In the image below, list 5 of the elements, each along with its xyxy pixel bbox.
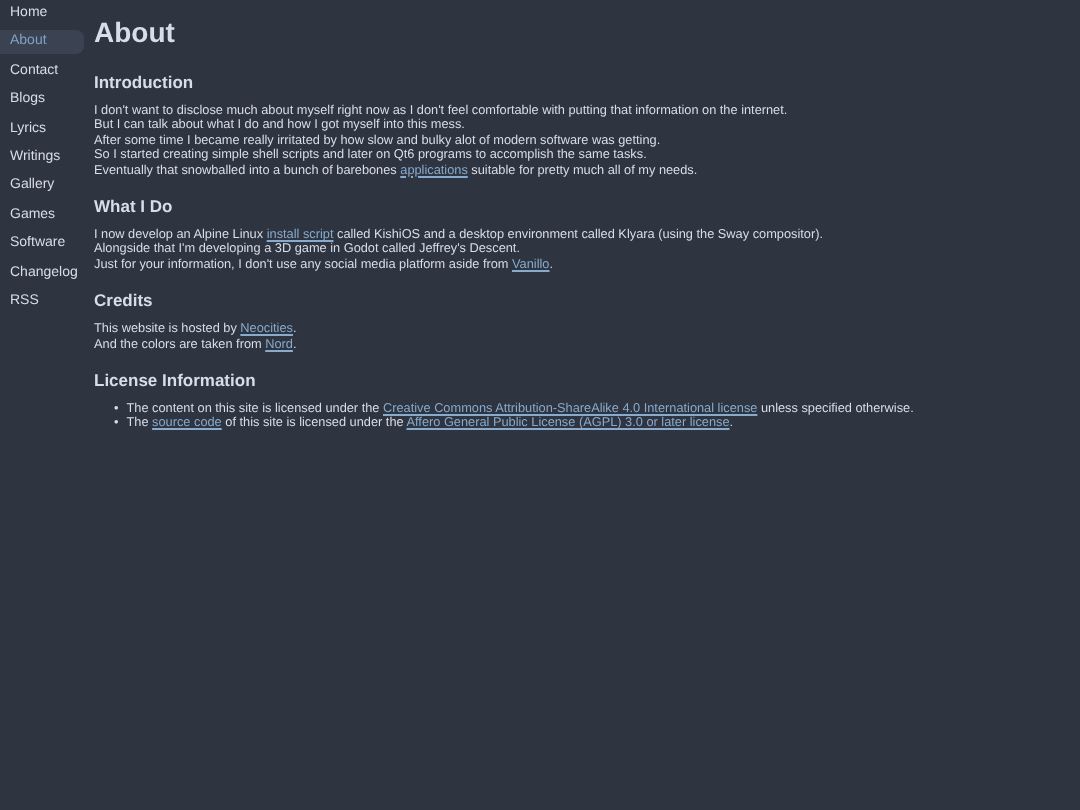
section-heading: Credits	[94, 290, 155, 311]
page-title: About	[94, 16, 177, 48]
section-heading: What I Do	[94, 196, 175, 217]
section-heading: License Information	[94, 370, 258, 391]
section-heading: Introduction	[94, 72, 196, 92]
